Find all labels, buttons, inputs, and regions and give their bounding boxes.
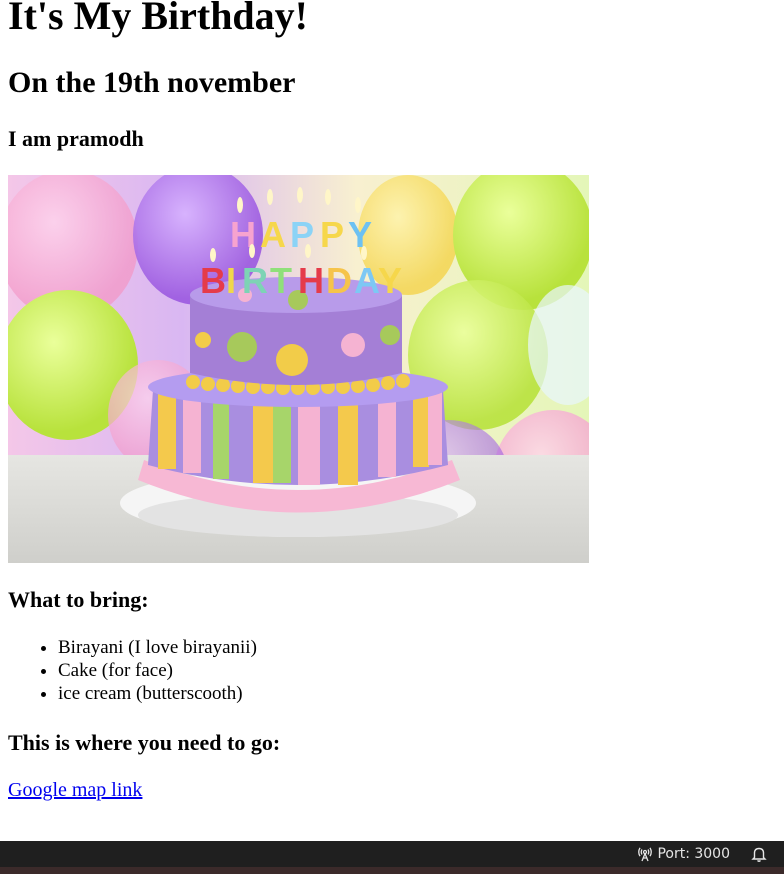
port-status-item[interactable]: Port: 3000 — [637, 846, 730, 862]
bring-list: Birayani (I love birayanii) Cake (for fa… — [8, 636, 257, 705]
directions-heading: This is where you need to go: — [8, 730, 281, 755]
page-subtitle: On the 19th november — [8, 66, 296, 99]
list-item: ice cream (butterscooth) — [58, 682, 257, 705]
svg-text:Y: Y — [348, 214, 372, 255]
port-label: Port: 3000 — [657, 846, 730, 862]
page-title: It's My Birthday! — [8, 0, 308, 38]
list-item: Birayani (I love birayanii) — [58, 636, 257, 659]
bottom-strip — [0, 867, 784, 874]
svg-text:D: D — [326, 260, 352, 301]
svg-text:Y: Y — [378, 260, 402, 301]
list-item: Cake (for face) — [58, 659, 257, 682]
svg-text:A: A — [354, 260, 380, 301]
broadcast-icon — [638, 847, 653, 862]
svg-text:T: T — [270, 260, 292, 301]
svg-text:P: P — [320, 214, 344, 255]
birthday-cake-image: H A P P Y B I R T H D A Y — [8, 175, 589, 563]
page: It's My Birthday! On the 19th november I… — [0, 0, 784, 801]
bring-heading: What to bring: — [8, 587, 149, 612]
svg-text:A: A — [260, 214, 286, 255]
intro-heading: I am pramodh — [8, 126, 144, 151]
bell-icon[interactable] — [750, 845, 768, 863]
svg-text:I: I — [226, 260, 236, 301]
google-map-link[interactable]: Google map link — [8, 779, 142, 802]
svg-text:B: B — [200, 260, 226, 301]
svg-text:H: H — [298, 260, 324, 301]
status-bar: Port: 3000 — [0, 841, 784, 867]
svg-text:R: R — [242, 260, 268, 301]
